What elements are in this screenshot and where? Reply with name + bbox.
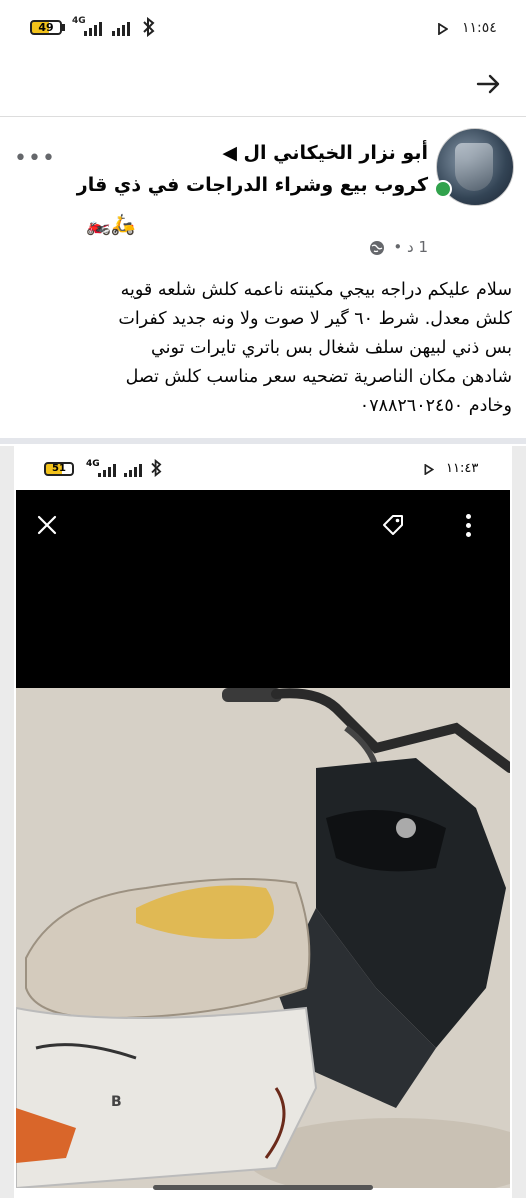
tag-icon[interactable] [380, 512, 406, 538]
scooter-photo: B [16, 688, 510, 1188]
online-status-dot [434, 180, 452, 198]
emoji-row: 🏍️🛵 [86, 212, 136, 236]
top-nav [0, 58, 526, 117]
post-header: ••• أبو نزار الخيكاني ال ◀ كروب بيع وشرا… [0, 118, 526, 268]
battery-tip [62, 24, 65, 31]
post-time: 1 د • [393, 238, 428, 256]
status-bar: 49 4G ١١:٥٤ [0, 0, 526, 58]
post-text: سلام عليكم دراجه بيجي مكينته ناعمه كلش ش… [12, 276, 512, 421]
embedded-play-icon [424, 464, 434, 475]
group-name[interactable]: كروب بيع وشراء الدراجات في ذي قار [77, 174, 428, 196]
svg-text:B: B [111, 1094, 122, 1110]
author-name[interactable]: أبو نزار الخيكاني ال ◀ [222, 142, 428, 164]
post-text-line: كلش معدل. شرط ٦٠ گير لا صوت ولا ونه جديد… [118, 309, 512, 329]
post-text-line: سلام عليكم دراجه بيجي مكينته ناعمه كلش ش… [120, 280, 512, 300]
play-icon [438, 23, 448, 35]
scooter-illustration: B [16, 688, 510, 1188]
post-text-line: شادهن مكان الناصرية تضحيه سعر مناسب كلش … [125, 367, 512, 387]
post-text-line: وخادم ٠٧٨٨٢٦٠٢٤٥٠ [359, 396, 512, 416]
more-vertical-icon[interactable] [466, 514, 472, 537]
close-icon[interactable] [36, 514, 58, 536]
embedded-clock: ١١:٤٣ [446, 461, 479, 476]
signal-icon-2 [112, 20, 130, 36]
embedded-signal-icon-2 [124, 462, 142, 477]
embedded-bluetooth-icon [151, 459, 162, 477]
embedded-battery: 51 [44, 462, 74, 476]
globe-icon [369, 240, 384, 255]
bluetooth-icon [143, 17, 155, 37]
embedded-status-bar: 51 4G ١١:٤٣ [14, 446, 512, 490]
divider [0, 438, 526, 444]
post-text-line: بس ذني لبيهن سلف شغال بس باتري تايرات تو… [151, 338, 512, 358]
clock: ١١:٥٤ [462, 20, 497, 36]
home-indicator [153, 1185, 373, 1190]
forward-arrow-icon[interactable] [474, 70, 502, 98]
signal-icon [84, 20, 102, 36]
post-image[interactable]: 51 4G ١١:٤٣ B [0, 446, 526, 1198]
embedded-signal-icon [98, 462, 116, 477]
embedded-screenshot: 51 4G ١١:٤٣ B [14, 446, 512, 1198]
more-options-icon[interactable]: ••• [14, 146, 56, 171]
post-meta: 1 د • [369, 238, 428, 256]
image-viewer-toolbar [16, 490, 510, 688]
battery-indicator: 49 [30, 20, 62, 35]
